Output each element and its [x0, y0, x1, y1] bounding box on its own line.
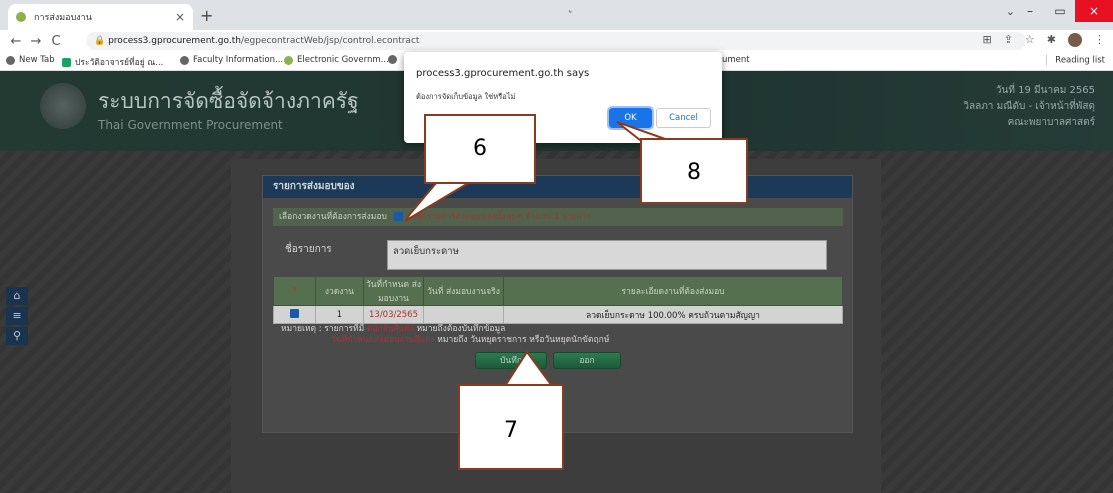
callout-7-arrow: [503, 350, 554, 387]
callout-8: 8: [640, 138, 748, 204]
callout-6-arrow: [404, 181, 474, 222]
callout-6: 6: [424, 114, 536, 184]
callout-7: 7: [458, 384, 564, 470]
